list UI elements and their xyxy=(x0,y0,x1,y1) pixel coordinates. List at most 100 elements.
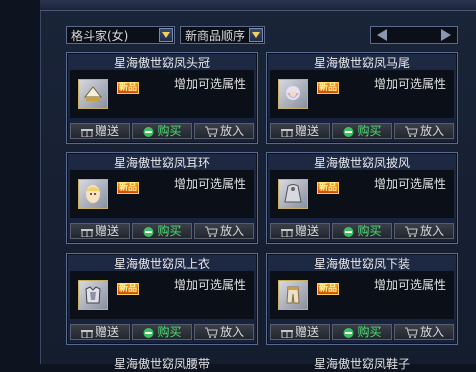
sort-dropdown-value: 新商品顺序 xyxy=(185,29,246,43)
gift-label: 赠送 xyxy=(94,224,119,238)
item-actions: 赠送 购买 放入 xyxy=(70,223,254,239)
cart-label: 放入 xyxy=(219,224,244,238)
buy-label: 购买 xyxy=(157,224,182,238)
gift-button[interactable]: 赠送 xyxy=(270,223,330,239)
new-badge: 新品 xyxy=(117,283,139,295)
gift-button[interactable]: 赠送 xyxy=(270,324,330,340)
item-body: 新品 增加可选属性 xyxy=(270,271,454,319)
gift-button[interactable]: 赠送 xyxy=(70,223,130,239)
add-to-cart-button[interactable]: 放入 xyxy=(194,123,254,139)
cart-icon xyxy=(404,226,418,237)
item-description: 增加可选属性 xyxy=(374,278,447,292)
shop-item-card: 星海傲世窈凤披风 新品 增加可选属性 赠送 购买 放入 xyxy=(266,152,458,244)
buy-label: 购买 xyxy=(357,124,382,138)
cart-icon xyxy=(404,327,418,338)
item-actions: 赠送 购买 放入 xyxy=(70,324,254,340)
item-body: 新品 增加可选属性 xyxy=(270,170,454,218)
shop-item-card: 星海傲世窈凤上衣 新品 增加可选属性 赠送 购买 放入 xyxy=(66,253,258,345)
shop-item-card: 星海傲世窈凤马尾 新品 增加可选属性 赠送 购买 放入 xyxy=(266,52,458,144)
buy-label: 购买 xyxy=(157,124,182,138)
buy-label: 购买 xyxy=(157,325,182,339)
new-badge: 新品 xyxy=(117,182,139,194)
pants-icon[interactable] xyxy=(278,280,308,310)
add-to-cart-button[interactable]: 放入 xyxy=(394,223,454,239)
buy-icon xyxy=(142,226,155,237)
cape-icon[interactable] xyxy=(278,179,308,209)
item-description: 增加可选属性 xyxy=(374,77,447,91)
buy-button[interactable]: 购买 xyxy=(332,223,392,239)
item-description: 增加可选属性 xyxy=(374,177,447,191)
add-to-cart-button[interactable]: 放入 xyxy=(194,324,254,340)
item-name: 星海傲世窈凤马尾 xyxy=(313,56,410,70)
cart-label: 放入 xyxy=(419,124,444,138)
item-body: 新品 增加可选属性 xyxy=(70,271,254,319)
gift-button[interactable]: 赠送 xyxy=(70,123,130,139)
item-body: 新品 增加可选属性 xyxy=(270,70,454,118)
gift-icon xyxy=(80,226,93,237)
item-actions: 赠送 购买 放入 xyxy=(270,324,454,340)
panel-top-border xyxy=(40,0,476,11)
buy-icon xyxy=(342,226,355,237)
sort-dropdown[interactable]: 新商品顺序 xyxy=(180,26,265,44)
item-description: 增加可选属性 xyxy=(174,278,247,292)
item-description: 增加可选属性 xyxy=(174,77,247,91)
face-icon[interactable] xyxy=(78,179,108,209)
buy-icon xyxy=(342,327,355,338)
buy-button[interactable]: 购买 xyxy=(332,123,392,139)
category-dropdown[interactable]: 格斗家(女) xyxy=(66,26,175,44)
buy-button[interactable]: 购买 xyxy=(132,223,192,239)
chevron-down-icon[interactable] xyxy=(159,28,173,42)
top-icon[interactable] xyxy=(78,280,108,310)
category-dropdown-value: 格斗家(女) xyxy=(71,29,129,43)
cart-label: 放入 xyxy=(419,224,444,238)
next-page-icon[interactable] xyxy=(439,28,453,42)
add-to-cart-button[interactable]: 放入 xyxy=(194,223,254,239)
gift-icon xyxy=(80,327,93,338)
shop-item-card: 星海傲世窈凤下装 新品 增加可选属性 赠送 购买 放入 xyxy=(266,253,458,345)
item-actions: 赠送 购买 放入 xyxy=(270,223,454,239)
gift-icon xyxy=(280,327,293,338)
buy-button[interactable]: 购买 xyxy=(132,324,192,340)
prev-page-icon[interactable] xyxy=(375,28,389,42)
gift-button[interactable]: 赠送 xyxy=(70,324,130,340)
shop-item-card: 星海傲世窈凤耳环 新品 增加可选属性 赠送 购买 放入 xyxy=(66,152,258,244)
item-actions: 赠送 购买 放入 xyxy=(70,123,254,139)
new-badge: 新品 xyxy=(317,182,339,194)
gift-button[interactable]: 赠送 xyxy=(270,123,330,139)
item-description: 增加可选属性 xyxy=(174,177,247,191)
buy-icon xyxy=(142,126,155,137)
buy-icon xyxy=(142,327,155,338)
item-body: 新品 增加可选属性 xyxy=(70,70,254,118)
item-name: 星海傲世窈凤下装 xyxy=(313,257,410,271)
cart-label: 放入 xyxy=(419,325,444,339)
cart-icon xyxy=(204,126,218,137)
gift-icon xyxy=(280,126,293,137)
hair-icon[interactable] xyxy=(278,79,308,109)
buy-button[interactable]: 购买 xyxy=(332,324,392,340)
item-actions: 赠送 购买 放入 xyxy=(270,123,454,139)
gift-icon xyxy=(280,226,293,237)
hat-icon[interactable] xyxy=(78,79,108,109)
buy-icon xyxy=(342,126,355,137)
gift-label: 赠送 xyxy=(294,325,319,339)
item-name: 星海傲世窈凤头冠 xyxy=(113,56,210,70)
cart-icon xyxy=(204,226,218,237)
gift-label: 赠送 xyxy=(94,325,119,339)
cart-icon xyxy=(404,126,418,137)
item-name: 星海傲世窈凤披风 xyxy=(313,156,410,170)
cart-icon xyxy=(204,327,218,338)
add-to-cart-button[interactable]: 放入 xyxy=(394,324,454,340)
shop-item-card: 星海傲世窈凤头冠 新品 增加可选属性 赠送 购买 放入 xyxy=(66,52,258,144)
buy-button[interactable]: 购买 xyxy=(132,123,192,139)
gift-label: 赠送 xyxy=(294,224,319,238)
cart-label: 放入 xyxy=(219,325,244,339)
cart-label: 放入 xyxy=(219,124,244,138)
buy-label: 购买 xyxy=(357,224,382,238)
buy-label: 购买 xyxy=(357,325,382,339)
item-name: 星海傲世窈凤耳环 xyxy=(113,156,210,170)
new-badge: 新品 xyxy=(317,283,339,295)
item-body: 新品 增加可选属性 xyxy=(70,170,254,218)
add-to-cart-button[interactable]: 放入 xyxy=(394,123,454,139)
chevron-down-icon[interactable] xyxy=(249,28,263,42)
new-badge: 新品 xyxy=(317,82,339,94)
